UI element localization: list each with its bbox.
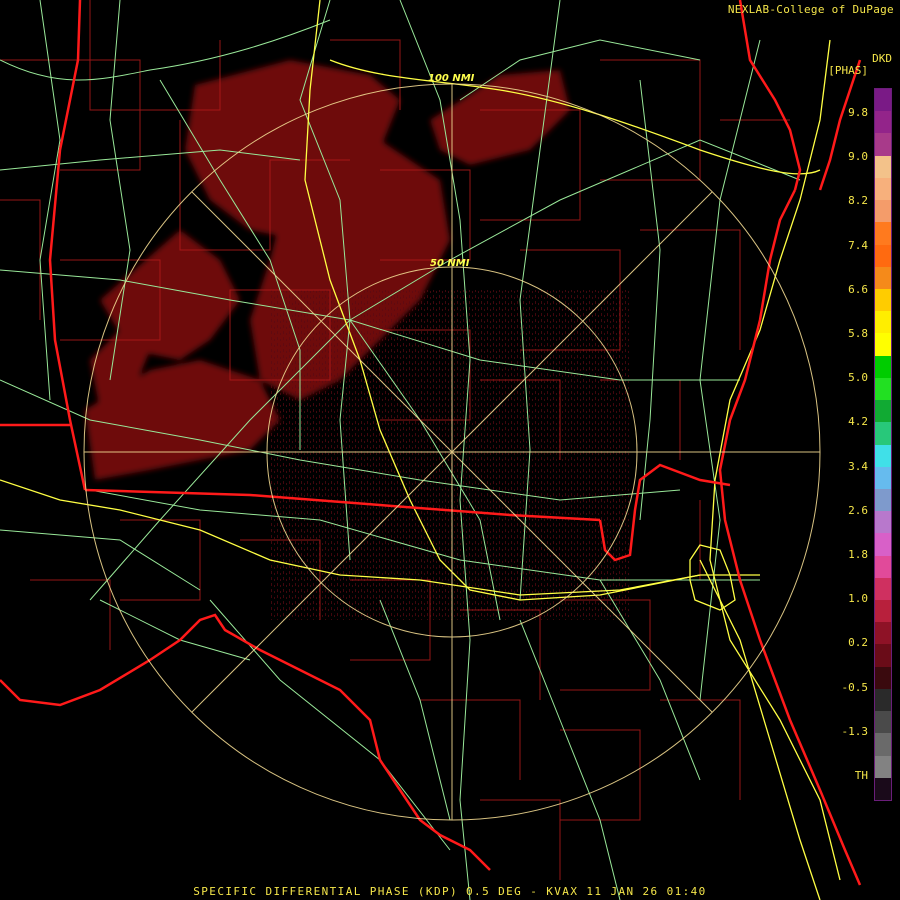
color-swatch [875,755,891,778]
ring-label-100: 100 NMI [428,73,475,84]
color-scale-tick-label: 1.0 [848,592,868,606]
color-swatch [875,600,891,623]
color-scale-tick-label: 1.8 [848,548,868,561]
ring-label-50: 50 NMI [430,258,470,269]
color-swatch [875,422,891,445]
color-swatch [875,355,891,378]
color-swatch [875,644,891,667]
color-swatch [875,533,891,556]
color-swatch [875,89,891,112]
color-scale-tick-label: TH [854,769,868,782]
color-swatch [875,711,891,734]
color-swatch [875,266,891,289]
color-scale-bar [874,88,892,801]
color-scale-tick-label: 6.6 [848,282,868,296]
color-swatch [875,200,891,223]
color-scale-tick-label: 0.2 [848,636,868,650]
color-scale-tick-label: 8.2 [848,194,868,208]
color-scale-tick-label: 5.8 [848,327,868,340]
color-scale-tick-label: 9.0 [848,150,868,164]
credit-text: NEXLAB-College of DuPage [727,3,894,16]
color-swatch [875,133,891,156]
color-swatch [875,244,891,267]
color-swatch [875,400,891,423]
range-rings [83,83,821,821]
color-swatch [875,377,891,401]
color-scale-tick-label: 5.0 [848,371,868,385]
color-swatch [875,155,891,178]
color-swatch [875,666,891,689]
color-swatch [875,488,891,512]
radar-map [0,0,862,900]
color-scale-tick-label: 2.6 [848,503,868,517]
color-swatch [875,311,891,334]
color-swatch [875,577,891,601]
color-swatch [875,777,891,800]
color-swatch [875,444,891,467]
color-swatch [875,466,891,489]
color-swatch [875,333,891,356]
product-unit: [PHAS] [828,64,868,77]
color-swatch [875,555,891,578]
product-code: DKD [872,52,892,65]
color-scale-tick-label: 4.2 [848,415,868,429]
color-scale-tick-label: 3.4 [848,459,868,473]
color-swatch [875,222,891,245]
color-swatch [875,177,891,201]
color-swatch [875,511,891,534]
color-swatch [875,111,891,134]
color-scale-tick-label: 7.4 [848,238,868,252]
product-caption: SPECIFIC DIFFERENTIAL PHASE (KDP) 0.5 DE… [193,885,707,898]
color-scale-tick-label: 9.8 [848,106,868,119]
color-swatch [875,622,891,645]
color-swatch [875,688,891,712]
color-swatch [875,733,891,756]
color-swatch [875,288,891,312]
color-scale-tick-label: -0.5 [841,680,869,694]
color-scale-tick-label: -1.3 [841,724,869,738]
